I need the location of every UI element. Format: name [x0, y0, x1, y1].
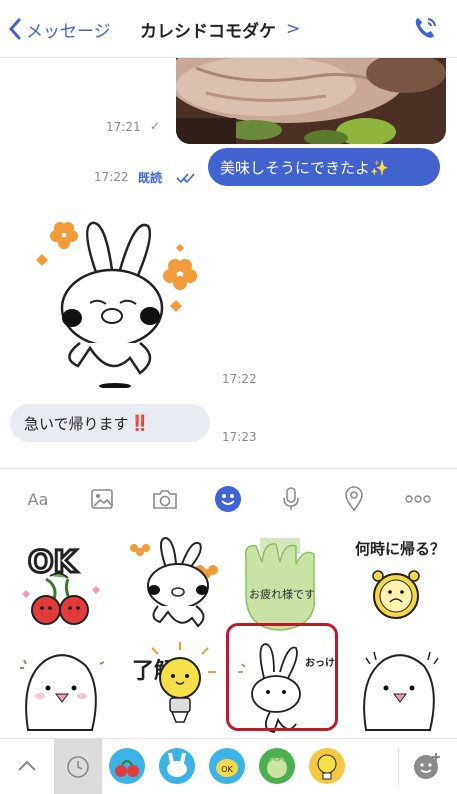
- received-message-bubble[interactable]: 急いで帰ります ‼️: [10, 404, 210, 442]
- chevron-left-icon: [8, 18, 21, 40]
- double-exclamation-emoji: ‼️: [130, 414, 150, 432]
- otsukaresama-sticker[interactable]: お疲れ様です: [230, 534, 342, 634]
- selected-sticker-highlight: [226, 623, 338, 731]
- timestamp: 17:22: [222, 372, 257, 386]
- image-icon[interactable]: [86, 483, 118, 515]
- location-icon[interactable]: [338, 483, 370, 515]
- food-photo-message[interactable]: [176, 58, 446, 144]
- timestamp: 17:21: [106, 120, 141, 134]
- sticker-text: 何時に帰る？: [355, 540, 445, 558]
- blob-sticker-2[interactable]: [344, 638, 456, 738]
- message-text: 急いで帰ります: [24, 414, 129, 433]
- message-text: 美味しそうにできたよ✨: [220, 158, 389, 177]
- sticker-store-icon[interactable]: [406, 745, 448, 787]
- composer-toolbar: Aa: [0, 468, 457, 530]
- text-input-toggle[interactable]: Aa: [22, 483, 54, 515]
- phone-icon[interactable]: [411, 14, 439, 46]
- nanji-ni-kaeru-sticker[interactable]: 何時に帰る？: [344, 534, 456, 634]
- back-button[interactable]: メッセージ: [8, 14, 111, 44]
- timestamp: 17:23: [222, 430, 257, 444]
- tray-divider: [398, 747, 399, 785]
- ryokai-bulb-sticker[interactable]: 了解: [118, 638, 230, 738]
- bunny-flowers-sticker[interactable]: [118, 534, 230, 634]
- sticker-pack-1[interactable]: [106, 745, 148, 787]
- recent-icon[interactable]: [54, 739, 102, 794]
- sticker-text: お疲れ様です: [249, 587, 315, 601]
- collapse-icon[interactable]: [6, 745, 48, 787]
- chat-title-text: カレシドコモダケ: [140, 21, 276, 42]
- ok-cherry-sticker[interactable]: OK: [6, 534, 118, 634]
- sticker-tray: OK: [0, 738, 457, 794]
- sticker-pack-5[interactable]: [306, 745, 348, 787]
- emoji-icon[interactable]: [212, 483, 244, 515]
- sticker-pack-3[interactable]: OK: [206, 745, 248, 787]
- chevron-right-icon: >: [286, 19, 301, 39]
- sticker-pack-4[interactable]: [256, 745, 298, 787]
- read-receipt: 既読: [138, 171, 163, 185]
- sticker-pack-2[interactable]: [156, 745, 198, 787]
- chat-title[interactable]: カレシドコモダケ >: [140, 14, 300, 44]
- double-check-icon: [176, 173, 195, 184]
- sent-check-icon: ✓: [150, 119, 161, 133]
- aa-label: Aa: [27, 489, 49, 509]
- more-icon[interactable]: [402, 483, 434, 515]
- received-bunny-sticker[interactable]: [20, 208, 210, 389]
- camera-icon[interactable]: [149, 483, 181, 515]
- svg-text:OK: OK: [221, 765, 233, 774]
- back-label: メッセージ: [26, 21, 111, 42]
- message-list[interactable]: 17:21 ✓ 17:22 既読 美味しそうにできたよ✨ 17:22 急いで帰り…: [0, 58, 457, 468]
- chat-header: メッセージ カレシドコモダケ >: [0, 0, 457, 58]
- mic-icon[interactable]: [275, 483, 307, 515]
- blob-sticker-1[interactable]: [6, 638, 118, 738]
- timestamp: 17:22: [94, 170, 129, 184]
- sent-message-bubble[interactable]: 美味しそうにできたよ✨: [208, 148, 440, 186]
